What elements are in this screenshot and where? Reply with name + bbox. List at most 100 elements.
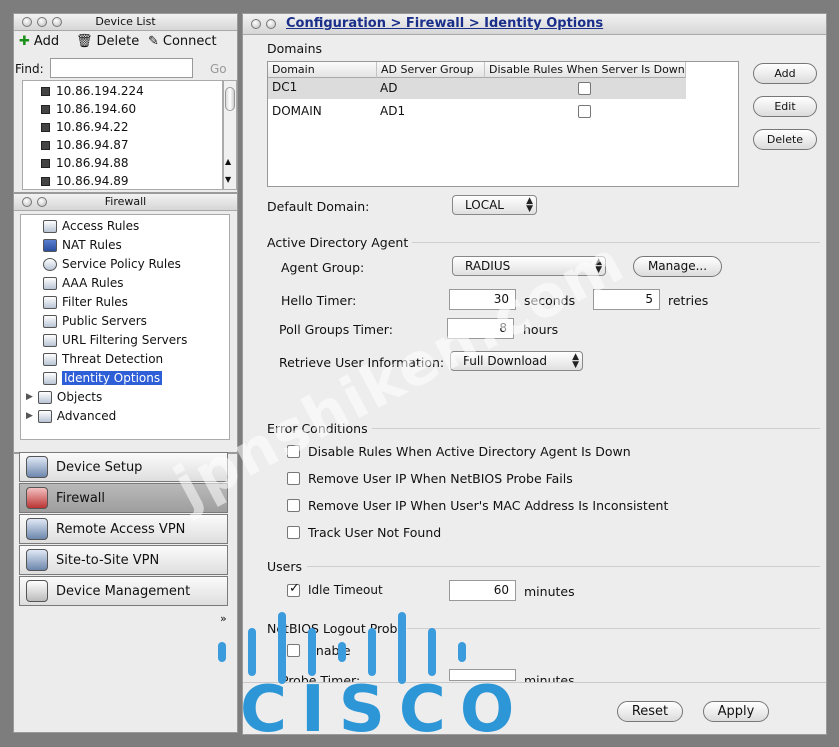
tree-item-url-filtering-servers[interactable]: URL Filtering Servers	[43, 331, 187, 349]
error-condition-row[interactable]: Disable Rules When Active Directory Agen…	[287, 444, 631, 459]
close-panel-icon[interactable]	[22, 197, 32, 207]
column-domain[interactable]: Domain	[268, 62, 377, 78]
expand-arrow-icon[interactable]: ▶	[26, 411, 33, 421]
firewall-title: Firewall	[104, 195, 147, 208]
tree-item-identity-options[interactable]: Identity Options	[43, 369, 163, 387]
computer-icon	[41, 86, 50, 96]
error-condition-row[interactable]: Remove User IP When User's MAC Address I…	[287, 498, 668, 513]
computer-icon	[41, 104, 50, 114]
device-item[interactable]: 10.86.94.87	[41, 138, 129, 152]
retries-label: retries	[668, 293, 709, 308]
identity-options-icon	[43, 371, 57, 385]
firewall-tree: Access Rules NAT Rules Service Policy Ru…	[20, 214, 230, 440]
url-icon	[43, 333, 57, 347]
ad-agent-label: Active Directory Agent	[267, 235, 409, 250]
disable-rules-checkbox[interactable]	[578, 105, 591, 118]
tree-item-aaa-rules[interactable]: AAA Rules	[43, 274, 123, 292]
close-window-icon[interactable]	[22, 17, 32, 27]
threat-detection-icon	[43, 352, 57, 366]
device-list-panel: Device List ✚ Add 🗑 Delete ✎ Connect Find: …	[13, 13, 238, 193]
device-item[interactable]: 10.86.94.88	[41, 156, 129, 170]
group-cell: AD	[380, 81, 398, 95]
content-titlebar: Configuration > Firewall > Identity Opti…	[243, 14, 826, 35]
idle-timeout-input[interactable]: 60	[449, 580, 516, 601]
minimize-pane-icon[interactable]	[266, 19, 276, 29]
zoom-window-icon[interactable]	[52, 17, 62, 27]
go-button[interactable]: Go	[210, 62, 227, 76]
device-list-scrollbar[interactable]: ▲ ▼	[223, 80, 237, 190]
error-condition-checkbox[interactable]	[287, 499, 300, 512]
breadcrumb[interactable]: Configuration > Firewall > Identity Opti…	[286, 16, 603, 32]
scroll-up-icon[interactable]: ▲	[225, 157, 231, 166]
agent-group-label: Agent Group:	[281, 260, 365, 275]
scroll-down-icon[interactable]: ▼	[225, 175, 231, 184]
column-ad-server-group[interactable]: AD Server Group	[377, 62, 485, 78]
device-item[interactable]: 10.86.194.224	[41, 84, 144, 98]
access-rules-icon	[43, 219, 57, 233]
device-item[interactable]: 10.86.94.89	[41, 174, 129, 188]
find-label: Find:	[15, 62, 44, 76]
table-row[interactable]: DC1 AD	[268, 78, 686, 99]
hello-timer-label: Hello Timer:	[281, 293, 357, 308]
nav-device-management[interactable]: Device Management	[19, 576, 228, 606]
connect-button[interactable]: ✎ Connect	[148, 34, 217, 49]
delete-domain-button[interactable]: Delete	[753, 129, 817, 150]
computer-icon	[41, 140, 50, 150]
delete-device-button[interactable]: 🗑 Delete	[76, 34, 139, 49]
tree-item-filter-rules[interactable]: Filter Rules	[43, 293, 128, 311]
minimize-panel-icon[interactable]	[37, 197, 47, 207]
edit-domain-button[interactable]: Edit	[753, 96, 817, 117]
key-icon	[43, 276, 57, 290]
tree-item-public-servers[interactable]: Public Servers	[43, 312, 147, 330]
device-list-titlebar: Device List	[14, 14, 237, 31]
expand-nav-icon[interactable]: »	[220, 612, 227, 625]
firewall-icon	[26, 487, 48, 509]
column-disable-rules[interactable]: Disable Rules When Server Is Down	[485, 62, 686, 78]
minutes-label: minutes	[524, 584, 575, 599]
idle-timeout-row[interactable]: ✓ Idle Timeout	[287, 580, 383, 597]
find-input[interactable]	[50, 58, 193, 78]
nav-site-to-site-vpn[interactable]: Site-to-Site VPN	[19, 545, 228, 575]
trash-icon: 🗑	[76, 34, 93, 49]
add-domain-button[interactable]: Add	[753, 63, 817, 84]
disable-rules-checkbox[interactable]	[578, 82, 591, 95]
apply-button[interactable]: Apply	[703, 701, 769, 722]
computer-icon	[41, 176, 50, 186]
expand-arrow-icon[interactable]: ▶	[26, 392, 33, 402]
domain-cell: DOMAIN	[272, 104, 322, 118]
tree-item-service-policy-rules[interactable]: Service Policy Rules	[43, 255, 181, 273]
device-setup-icon	[26, 456, 48, 478]
tree-item-nat-rules[interactable]: NAT Rules	[43, 236, 122, 254]
reset-button[interactable]: Reset	[617, 701, 683, 722]
users-label: Users	[267, 559, 303, 574]
tree-item-threat-detection[interactable]: Threat Detection	[43, 350, 163, 368]
minimize-window-icon[interactable]	[37, 17, 47, 27]
firewall-panel: Firewall Access Rules NAT Rules Service …	[13, 193, 238, 453]
error-condition-row[interactable]: Remove User IP When NetBIOS Probe Fails	[287, 471, 573, 486]
domains-table: Domain AD Server Group Disable Rules Whe…	[267, 61, 739, 187]
computer-icon	[41, 122, 50, 132]
idle-timeout-checkbox[interactable]: ✓	[287, 580, 300, 597]
close-pane-icon[interactable]	[251, 19, 261, 29]
tree-item-advanced[interactable]: ▶ Advanced	[26, 407, 116, 425]
add-device-button[interactable]: ✚ Add	[19, 34, 59, 49]
cisco-wordmark: CISCO	[240, 673, 529, 747]
device-item[interactable]: 10.86.194.60	[41, 102, 136, 116]
tree-item-objects[interactable]: ▶ Objects	[26, 388, 102, 406]
default-domain-select[interactable]: LOCAL ▲ ▼	[452, 195, 537, 215]
tree-item-access-rules[interactable]: Access Rules	[43, 217, 139, 235]
device-item[interactable]: 10.86.94.22	[41, 120, 129, 134]
manage-button[interactable]: Manage...	[633, 256, 722, 277]
computer-icon	[41, 158, 50, 168]
table-row[interactable]: DOMAIN AD1	[268, 100, 686, 121]
scroll-thumb[interactable]	[225, 87, 235, 111]
netbios-enable-checkbox[interactable]	[287, 644, 300, 657]
firewall-titlebar: Firewall	[14, 194, 237, 211]
group-cell: AD1	[380, 104, 406, 118]
error-condition-checkbox[interactable]	[287, 526, 300, 539]
checkmark-icon: ✓	[289, 580, 300, 596]
error-condition-checkbox[interactable]	[287, 472, 300, 485]
updown-arrow-icon: ▲ ▼	[572, 352, 579, 370]
netbios-label: NetBIOS Logout Probe	[267, 621, 406, 636]
error-condition-row[interactable]: Track User Not Found	[287, 525, 441, 540]
